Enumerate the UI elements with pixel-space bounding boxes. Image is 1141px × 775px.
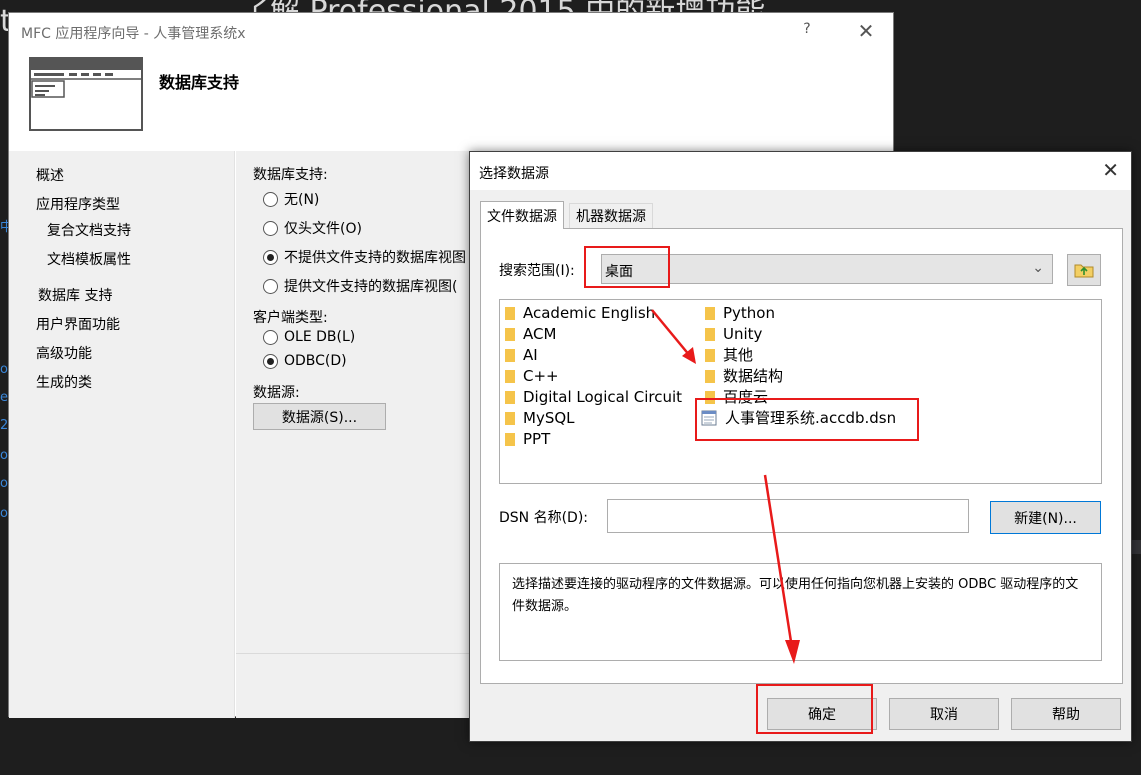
sidebar-item-overview[interactable]: 概述 (36, 165, 64, 185)
list-item[interactable]: Academic English (505, 302, 655, 323)
radio-db-header-only[interactable]: 仅头文件(O) (263, 218, 362, 238)
radio-label: 提供文件支持的数据库视图( (284, 279, 458, 295)
datasource-label: 数据源: (253, 385, 300, 401)
sidebar-item-generated-classes[interactable]: 生成的类 (36, 372, 92, 392)
file-list[interactable]: Academic English ACM AI C++ Digital Logi… (499, 299, 1102, 484)
wizard-title: MFC 应用程序向导 - 人事管理系统x (21, 26, 246, 42)
wizard-sidebar: 概述 应用程序类型 复合文档支持 文档模板属性 数据库 支持 用户界面功能 高级… (9, 151, 235, 718)
list-item[interactable]: C++ (505, 365, 559, 386)
radio-indicator (263, 353, 278, 369)
up-folder-button[interactable] (1067, 254, 1101, 286)
background-side-text: o (0, 506, 8, 521)
background-side-text: o (0, 448, 8, 463)
folder-icon (705, 369, 715, 383)
tab-file-datasource[interactable]: 文件数据源 (480, 201, 564, 229)
radio-indicator (263, 249, 278, 265)
file-name: 其他 (723, 346, 754, 364)
folder-icon (705, 306, 715, 320)
annotation-box-search-range (584, 246, 670, 288)
dsn-name-input[interactable] (607, 499, 969, 533)
list-item[interactable]: 数据结构 (705, 365, 783, 386)
list-item[interactable]: PPT (505, 428, 550, 449)
sidebar-item-advanced[interactable]: 高级功能 (36, 343, 92, 363)
folder-icon (505, 369, 515, 383)
cancel-button[interactable]: 取消 (889, 698, 999, 730)
list-item[interactable]: MySQL (505, 407, 575, 428)
background-side-text: o (0, 476, 8, 491)
radio-db-none[interactable]: 无(N) (263, 189, 319, 209)
new-button[interactable]: 新建(N)... (990, 501, 1101, 534)
page-title: 数据库支持 (159, 73, 240, 92)
list-item[interactable]: Digital Logical Circuit (505, 386, 682, 407)
file-name: Python (723, 303, 775, 322)
folder-icon (505, 306, 515, 320)
file-name: MySQL (523, 408, 575, 427)
radio-client-odbc[interactable]: ODBC(D) (263, 353, 347, 369)
file-name: Unity (723, 324, 763, 343)
client-type-label: 客户端类型: (253, 310, 328, 326)
list-item[interactable]: AI (505, 344, 538, 365)
dialog-titlebar: 选择数据源 ✕ (470, 152, 1131, 190)
folder-icon (705, 348, 715, 362)
description-box: 选择描述要连接的驱动程序的文件数据源。可以使用任何指向您机器上安装的 ODBC … (499, 563, 1102, 661)
help-icon[interactable]: ? (797, 21, 817, 37)
close-icon[interactable]: ✕ (854, 19, 878, 43)
db-support-label: 数据库支持: (253, 167, 328, 183)
radio-indicator (263, 329, 278, 345)
radio-indicator (263, 191, 278, 207)
chevron-down-icon: ⌄ (1032, 260, 1044, 276)
sidebar-item-database[interactable]: 数据库 支持 (38, 285, 112, 305)
radio-label: 无(N) (284, 192, 320, 208)
help-button[interactable]: 帮助 (1011, 698, 1121, 730)
dsn-name-label: DSN 名称(D): (499, 510, 589, 526)
sidebar-item-doc-template[interactable]: 文档模板属性 (47, 249, 131, 269)
tab-machine-datasource[interactable]: 机器数据源 (569, 203, 653, 228)
search-range-label: 搜索范围(I): (499, 263, 575, 279)
file-name: Digital Logical Circuit (523, 387, 683, 406)
sidebar-item-ui-features[interactable]: 用户界面功能 (36, 314, 120, 334)
file-name: ACM (523, 324, 557, 343)
file-name: AI (523, 345, 538, 364)
folder-up-icon (1074, 264, 1094, 278)
radio-indicator (263, 220, 278, 236)
sidebar-item-compound-doc[interactable]: 复合文档支持 (47, 220, 131, 240)
radio-db-view-no-file[interactable]: 不提供文件支持的数据库视图 (263, 247, 466, 267)
wizard-logo-icon (29, 57, 143, 131)
folder-icon (505, 432, 515, 446)
select-datasource-dialog: 选择数据源 ✕ 文件数据源 机器数据源 搜索范围(I): 桌面 ⌄ Academ… (469, 151, 1132, 742)
file-name: 数据结构 (723, 367, 784, 385)
radio-label: 不提供文件支持的数据库视图 (284, 250, 466, 266)
file-name: PPT (523, 429, 551, 448)
datasource-button[interactable]: 数据源(S)... (253, 403, 386, 430)
folder-icon (705, 327, 715, 341)
folder-icon (505, 411, 515, 425)
radio-label: ODBC(D) (284, 353, 347, 369)
folder-icon (505, 390, 515, 404)
folder-icon (505, 327, 515, 341)
radio-client-oledb[interactable]: OLE DB(L) (263, 329, 355, 345)
file-name: C++ (523, 366, 559, 385)
file-name: Academic English (523, 303, 656, 322)
list-item[interactable]: Python (705, 302, 775, 323)
radio-indicator (263, 278, 278, 294)
wizard-titlebar: MFC 应用程序向导 - 人事管理系统x ? ✕ (9, 13, 893, 51)
annotation-box-dsn-file (695, 398, 919, 441)
annotation-box-ok-button (756, 684, 873, 734)
folder-icon (505, 348, 515, 362)
list-item[interactable]: Unity (705, 323, 762, 344)
list-item[interactable]: 其他 (705, 344, 753, 365)
dialog-title: 选择数据源 (479, 166, 549, 182)
radio-label: 仅头文件(O) (284, 221, 362, 237)
list-item[interactable]: ACM (505, 323, 556, 344)
sidebar-item-app-type[interactable]: 应用程序类型 (36, 194, 120, 214)
close-icon[interactable]: ✕ (1102, 158, 1119, 182)
radio-db-view-file[interactable]: 提供文件支持的数据库视图( (263, 276, 457, 296)
background-side-text: o (0, 362, 8, 377)
radio-label: OLE DB(L) (284, 329, 356, 345)
